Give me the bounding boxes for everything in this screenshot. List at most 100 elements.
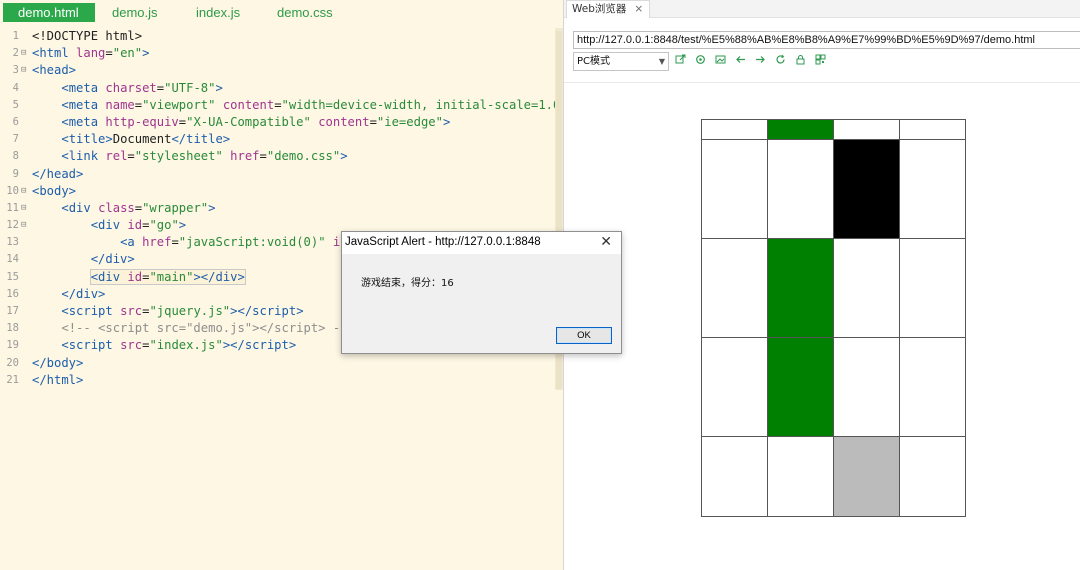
code-line[interactable]: 5 <meta name="viewport" content="width=d… bbox=[0, 97, 563, 114]
line-number: 18 bbox=[6, 322, 19, 335]
dialog-title: JavaScript Alert - http://127.0.0.1:8848 bbox=[345, 236, 541, 248]
dialog-message: 游戏结束，得分：16 bbox=[361, 278, 454, 289]
tab-web-browser[interactable]: Web浏览器 × bbox=[566, 0, 651, 18]
code-line[interactable]: 20 </body> bbox=[0, 355, 563, 372]
qrcode-icon[interactable] bbox=[814, 54, 826, 66]
line-number: 10 bbox=[6, 184, 19, 197]
code-line[interactable]: 7 <title>Document</title> bbox=[0, 131, 563, 148]
game-cell-green[interactable] bbox=[768, 338, 834, 437]
code-text: <script src="index.js"></script> bbox=[61, 338, 297, 353]
game-cell-white[interactable] bbox=[768, 437, 834, 517]
settings-icon[interactable] bbox=[694, 54, 706, 66]
game-cell-white[interactable] bbox=[702, 120, 768, 140]
code-line[interactable]: 8 <link rel="stylesheet" href="demo.css"… bbox=[0, 148, 563, 165]
fold-toggle-icon[interactable]: ⊟ bbox=[21, 45, 31, 62]
tab-index-js[interactable]: index.js bbox=[196, 3, 240, 22]
code-line[interactable]: 2 ⊟ <html lang="en"> bbox=[0, 45, 563, 62]
line-number: 7 bbox=[12, 133, 19, 146]
tab-demo-js[interactable]: demo.js bbox=[112, 3, 158, 22]
code-text: <link rel="stylesheet" href="demo.css"> bbox=[61, 149, 348, 164]
code-line[interactable]: 21 </html> bbox=[0, 372, 563, 389]
tab-demo-html[interactable]: demo.html bbox=[3, 3, 95, 22]
fold-toggle-icon[interactable]: ⊟ bbox=[21, 200, 31, 217]
line-number: 17 bbox=[6, 305, 19, 317]
line-number: 9 bbox=[12, 167, 19, 180]
line-number: 14 bbox=[6, 253, 19, 266]
line-number: 5 bbox=[12, 98, 19, 111]
game-cell-white[interactable] bbox=[900, 437, 966, 517]
code-line[interactable]: 11 ⊟ <div class="wrapper"> bbox=[0, 200, 563, 217]
game-board[interactable] bbox=[701, 119, 966, 517]
code-text: <meta http-equiv="X-UA-Compatible" conte… bbox=[61, 114, 451, 129]
ok-button[interactable]: OK bbox=[556, 327, 612, 344]
line-number: 13 bbox=[6, 236, 19, 249]
forward-icon[interactable] bbox=[754, 54, 766, 66]
code-text: </div> bbox=[90, 252, 135, 267]
game-cell-white[interactable] bbox=[768, 140, 834, 239]
code-text: </html> bbox=[32, 372, 84, 387]
toolbar-divider bbox=[564, 82, 1080, 83]
line-number: 15 bbox=[6, 270, 19, 283]
editor-tab-bar: demo.html demo.js index.js demo.css bbox=[0, 0, 563, 25]
line-number: 21 bbox=[6, 373, 19, 386]
image-icon[interactable] bbox=[714, 54, 726, 66]
line-number: 3 bbox=[12, 64, 19, 77]
code-text: <div class="wrapper"> bbox=[61, 200, 216, 215]
game-cell-white[interactable] bbox=[900, 120, 966, 140]
back-icon[interactable] bbox=[734, 54, 746, 66]
game-cell-white[interactable] bbox=[702, 140, 768, 239]
code-line[interactable]: 6 <meta http-equiv="X-UA-Compatible" con… bbox=[0, 114, 563, 131]
tab-demo-css[interactable]: demo.css bbox=[277, 3, 333, 22]
game-cell-white[interactable] bbox=[834, 338, 900, 437]
code-text: <title>Document</title> bbox=[61, 132, 231, 147]
close-icon[interactable]: ✕ bbox=[600, 234, 612, 250]
javascript-alert-dialog: JavaScript Alert - http://127.0.0.1:8848… bbox=[341, 231, 622, 354]
device-mode-select[interactable]: PC模式 ▼ bbox=[573, 52, 669, 71]
game-cell-white[interactable] bbox=[702, 239, 768, 338]
game-cell-white[interactable] bbox=[834, 239, 900, 338]
code-text: <div id="go"> bbox=[90, 218, 187, 233]
game-cell-white[interactable] bbox=[900, 338, 966, 437]
game-cell-green[interactable] bbox=[768, 239, 834, 338]
game-cell-white[interactable] bbox=[834, 120, 900, 140]
line-number: 16 bbox=[6, 287, 19, 300]
game-cell-white[interactable] bbox=[702, 338, 768, 437]
game-cell-black[interactable] bbox=[834, 140, 900, 239]
code-text: </head> bbox=[32, 166, 84, 181]
line-number: 4 bbox=[12, 81, 19, 94]
code-text: <html lang="en"> bbox=[32, 46, 150, 61]
close-icon[interactable]: × bbox=[634, 3, 643, 15]
chevron-down-icon: ▼ bbox=[658, 57, 665, 66]
fold-toggle-icon[interactable]: ⊟ bbox=[21, 62, 31, 79]
open-external-icon[interactable] bbox=[674, 54, 686, 66]
game-cell-white[interactable] bbox=[900, 239, 966, 338]
code-text: </div> bbox=[61, 286, 106, 301]
line-number: 12 bbox=[6, 219, 19, 232]
code-line[interactable]: 4 <meta charset="UTF-8"> bbox=[0, 80, 563, 97]
refresh-icon[interactable] bbox=[774, 54, 786, 66]
game-cell-green[interactable] bbox=[768, 120, 834, 140]
line-number: 20 bbox=[6, 356, 19, 369]
url-input[interactable]: http://127.0.0.1:8848/test/%E5%88%AB%E8%… bbox=[573, 31, 1080, 49]
game-cell-gray[interactable] bbox=[834, 437, 900, 517]
line-number: 8 bbox=[12, 150, 19, 163]
code-text: <div id="main"></div> bbox=[89, 268, 246, 285]
lock-icon[interactable] bbox=[794, 54, 806, 66]
game-cell-white[interactable] bbox=[900, 140, 966, 239]
code-line[interactable]: 9 </head> bbox=[0, 166, 563, 183]
code-text: <meta charset="UTF-8"> bbox=[61, 80, 223, 95]
code-text: <!DOCTYPE html> bbox=[32, 29, 143, 43]
code-line[interactable]: 3 ⊟ <head> bbox=[0, 62, 563, 79]
code-line[interactable]: 10 ⊟ <body> bbox=[0, 183, 563, 200]
line-number: 2 bbox=[12, 47, 19, 60]
code-text: <meta name="viewport" content="width=dev… bbox=[61, 97, 561, 112]
code-line[interactable]: 1 <!DOCTYPE html> bbox=[0, 28, 563, 45]
web-browser-panel: Web浏览器 × http://127.0.0.1:8848/test/%E5%8… bbox=[563, 0, 1080, 570]
line-number: 1 bbox=[12, 30, 19, 42]
browser-tab-strip: Web浏览器 × bbox=[564, 0, 1080, 18]
code-text: <body> bbox=[32, 183, 77, 198]
fold-toggle-icon[interactable]: ⊟ bbox=[21, 183, 31, 200]
fold-toggle-icon[interactable]: ⊟ bbox=[21, 217, 31, 234]
game-cell-white[interactable] bbox=[702, 437, 768, 517]
device-mode-value: PC模式 bbox=[577, 56, 611, 67]
